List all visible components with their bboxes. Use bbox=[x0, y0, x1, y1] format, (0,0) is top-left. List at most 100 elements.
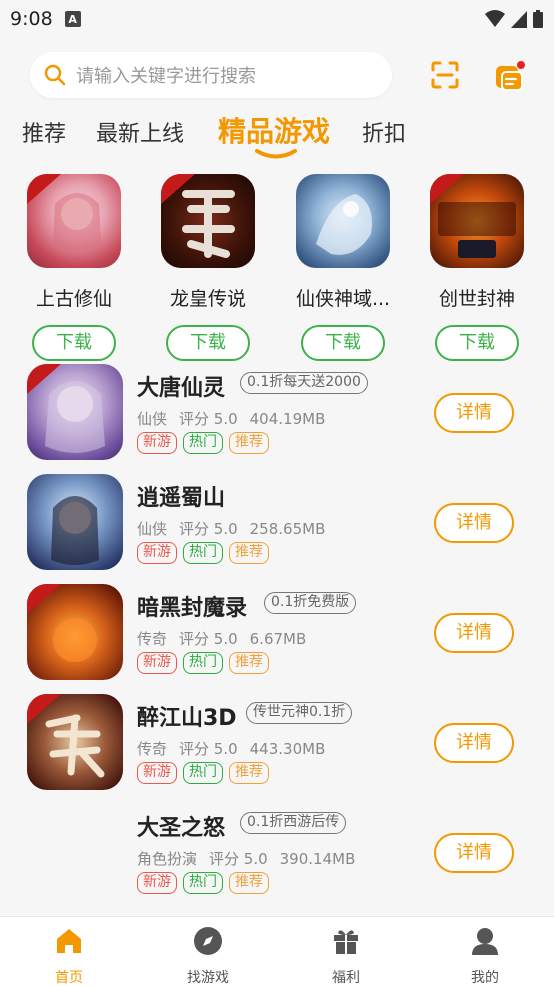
featured-game: 仙侠神域... 下载 bbox=[283, 174, 403, 361]
tab-latest[interactable]: 最新上线 bbox=[96, 116, 184, 148]
game-row[interactable]: 大唐仙灵 0.1折每天送2000 仙侠 评分 5.0 404.19MB 新游 热门 … bbox=[0, 360, 554, 470]
game-badges: 新游 热门 推荐 bbox=[137, 762, 269, 784]
download-button[interactable]: 下载 bbox=[166, 325, 250, 361]
badge-hot: 热门 bbox=[183, 652, 223, 674]
game-size: 258.65MB bbox=[249, 520, 326, 538]
home-icon bbox=[57, 929, 81, 953]
featured-games: 上古修仙 下载 龙皇传说 下载 仙侠神域... 下载 创世封神 下载 bbox=[0, 170, 554, 361]
status-time: 9:08 bbox=[10, 8, 53, 30]
game-category: 传奇 bbox=[137, 630, 168, 648]
featured-game-name: 仙侠神域... bbox=[295, 288, 391, 310]
game-row[interactable]: 逍遥蜀山 仙侠 评分 5.0 258.65MB 新游 热门 推荐 详情 bbox=[0, 470, 554, 580]
game-title: 逍遥蜀山 bbox=[137, 486, 226, 511]
details-button[interactable]: 详情 bbox=[434, 393, 514, 433]
badge-hot: 热门 bbox=[183, 432, 223, 454]
badge-recommend: 推荐 bbox=[229, 432, 269, 454]
search-input[interactable]: 请输入关键字进行搜索 bbox=[30, 52, 392, 98]
game-badges: 新游 热门 推荐 bbox=[137, 542, 269, 564]
status-indicators bbox=[484, 9, 544, 29]
game-size: 404.19MB bbox=[249, 410, 326, 428]
nav-profile[interactable]: 我的 bbox=[440, 925, 530, 986]
tab-recommend[interactable]: 推荐 bbox=[22, 116, 66, 148]
game-rating: 评分 5.0 bbox=[179, 520, 238, 538]
badge-recommend: 推荐 bbox=[229, 762, 269, 784]
game-rating: 评分 5.0 bbox=[179, 410, 238, 428]
details-button[interactable]: 详情 bbox=[434, 613, 514, 653]
wifi-icon bbox=[485, 10, 505, 27]
game-row[interactable]: 醉江山3D 传世元神0.1折 传奇 评分 5.0 443.30MB 新游 热门 推荐… bbox=[0, 690, 554, 800]
game-icon-image[interactable] bbox=[430, 174, 524, 268]
details-button[interactable]: 详情 bbox=[434, 833, 514, 873]
download-button[interactable]: 下载 bbox=[32, 325, 116, 361]
featured-game-name: 创世封神 bbox=[438, 288, 515, 310]
badge-hot: 热门 bbox=[183, 542, 223, 564]
scan-icon[interactable] bbox=[430, 60, 460, 90]
nav-find-games[interactable]: 找游戏 bbox=[163, 925, 253, 986]
game-title: 醉江山3D bbox=[137, 706, 237, 731]
game-rating: 评分 5.0 bbox=[209, 850, 268, 868]
nav-label: 福利 bbox=[332, 970, 360, 986]
game-meta: 传奇 评分 5.0 6.67MB bbox=[137, 628, 318, 649]
game-icon-image[interactable] bbox=[27, 694, 123, 790]
game-icon-image[interactable] bbox=[27, 364, 123, 460]
signal-icon bbox=[511, 11, 527, 28]
nav-label: 找游戏 bbox=[187, 970, 229, 986]
details-button[interactable]: 详情 bbox=[434, 503, 514, 543]
badge-recommend: 推荐 bbox=[229, 652, 269, 674]
badge-recommend: 推荐 bbox=[229, 872, 269, 894]
game-meta: 传奇 评分 5.0 443.30MB bbox=[137, 738, 337, 759]
details-button[interactable]: 详情 bbox=[434, 723, 514, 763]
game-icon-image[interactable] bbox=[296, 174, 390, 268]
featured-game: 龙皇传说 下载 bbox=[148, 174, 268, 361]
nav-home[interactable]: 首页 bbox=[24, 925, 114, 986]
game-title: 大唐仙灵 bbox=[137, 376, 226, 401]
badge-new: 新游 bbox=[137, 432, 177, 454]
search-placeholder: 请输入关键字进行搜索 bbox=[76, 66, 256, 87]
message-icon[interactable] bbox=[494, 60, 526, 92]
game-size: 6.67MB bbox=[249, 630, 307, 648]
game-size: 443.30MB bbox=[249, 740, 326, 758]
game-tagline: 0.1折西游后传 bbox=[240, 812, 347, 834]
game-tagline: 0.1折免费版 bbox=[264, 592, 357, 614]
search-row: 请输入关键字进行搜索 bbox=[0, 48, 554, 102]
tab-discount[interactable]: 折扣 bbox=[362, 116, 406, 148]
badge-new: 新游 bbox=[137, 652, 177, 674]
game-title: 暗黑封魔录 bbox=[137, 596, 248, 621]
nav-label: 首页 bbox=[55, 970, 83, 986]
badge-recommend: 推荐 bbox=[229, 542, 269, 564]
download-button[interactable]: 下载 bbox=[301, 325, 385, 361]
game-title: 大圣之怒 bbox=[137, 816, 226, 841]
game-icon-image[interactable] bbox=[161, 174, 255, 268]
game-meta: 仙侠 评分 5.0 404.19MB bbox=[137, 408, 337, 429]
bottom-nav: 首页 找游戏 福利 我的 bbox=[0, 916, 554, 986]
nav-welfare[interactable]: 福利 bbox=[301, 925, 391, 986]
badge-new: 新游 bbox=[137, 872, 177, 894]
badge-hot: 热门 bbox=[183, 762, 223, 784]
game-category: 仙侠 bbox=[137, 410, 168, 428]
badge-hot: 热门 bbox=[183, 872, 223, 894]
search-icon bbox=[44, 64, 66, 86]
gift-icon bbox=[334, 930, 358, 954]
game-rating: 评分 5.0 bbox=[179, 630, 238, 648]
game-category: 传奇 bbox=[137, 740, 168, 758]
game-badges: 新游 热门 推荐 bbox=[137, 652, 269, 674]
nav-label: 我的 bbox=[471, 970, 499, 986]
badge-new: 新游 bbox=[137, 762, 177, 784]
user-icon bbox=[472, 928, 498, 955]
featured-game-name: 上古修仙 bbox=[35, 288, 112, 310]
game-icon-image[interactable] bbox=[27, 474, 123, 570]
game-icon-image[interactable] bbox=[27, 174, 121, 268]
game-badges: 新游 热门 推荐 bbox=[137, 872, 269, 894]
game-icon-image[interactable] bbox=[27, 584, 123, 680]
badge-new: 新游 bbox=[137, 542, 177, 564]
status-bar: 9:08 A bbox=[0, 0, 554, 38]
featured-game: 创世封神 下载 bbox=[417, 174, 537, 361]
download-button[interactable]: 下载 bbox=[435, 325, 519, 361]
game-category: 角色扮演 bbox=[137, 850, 198, 868]
game-row[interactable]: 大圣之怒 0.1折西游后传 角色扮演 评分 5.0 390.14MB 新游 热门 推… bbox=[0, 800, 554, 910]
game-row[interactable]: 暗黑封魔录 0.1折免费版 传奇 评分 5.0 6.67MB 新游 热门 推荐 详情 bbox=[0, 580, 554, 690]
tab-active-indicator bbox=[255, 149, 297, 159]
battery-icon bbox=[533, 10, 543, 28]
game-tagline: 0.1折每天送2000 bbox=[240, 372, 368, 394]
tab-premium-games[interactable]: 精品游戏 bbox=[218, 110, 330, 150]
